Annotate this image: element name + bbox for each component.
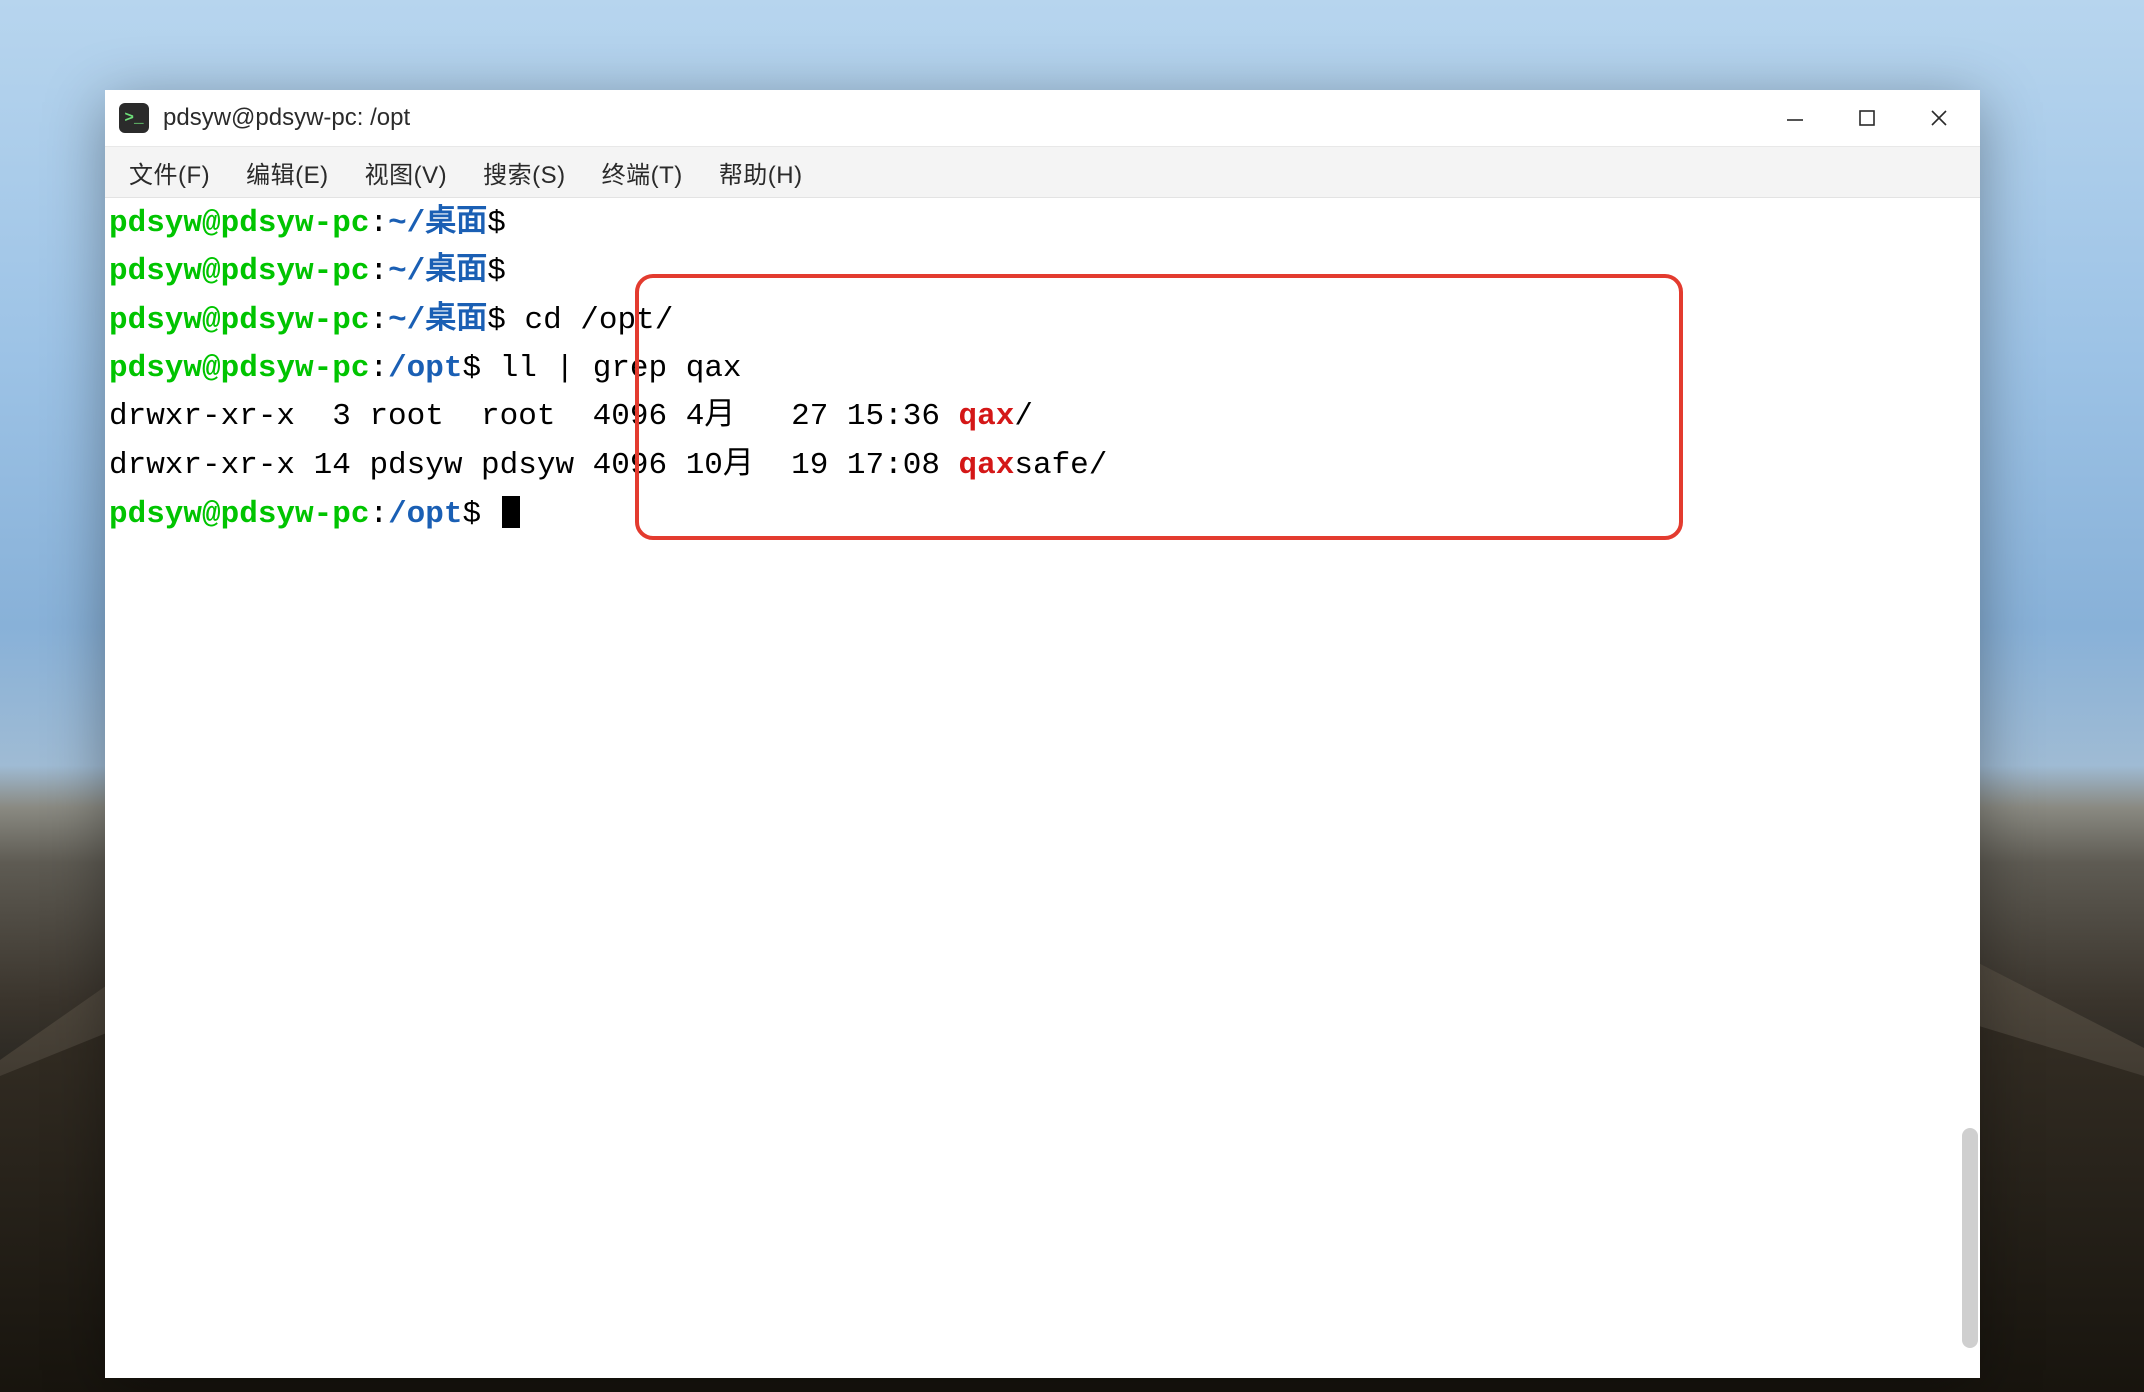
terminal-app-icon-glyph: >_ bbox=[124, 110, 143, 126]
menu-help[interactable]: 帮助(H) bbox=[701, 149, 821, 196]
menu-view[interactable]: 视图(V) bbox=[347, 149, 466, 196]
menubar: 文件(F) 编辑(E) 视图(V) 搜索(S) 终端(T) 帮助(H) bbox=[105, 147, 1980, 198]
prompt-sigil: $ bbox=[487, 254, 506, 289]
close-button[interactable] bbox=[1916, 95, 1962, 141]
prompt-path: ~/桌面 bbox=[388, 206, 487, 241]
command-ll-grep: ll | grep qax bbox=[481, 351, 741, 386]
terminal-app-icon: >_ bbox=[119, 103, 149, 133]
prompt-colon: : bbox=[369, 497, 388, 532]
prompt-colon: : bbox=[369, 254, 388, 289]
window-title: pdsyw@pdsyw-pc: /opt bbox=[163, 104, 1772, 132]
desktop-background: >_ pdsyw@pdsyw-pc: /opt 文件(F) 编辑(E) 视图(V… bbox=[0, 0, 2144, 1392]
command-cd: cd /opt/ bbox=[506, 303, 673, 338]
prompt-user-host: pdsyw@pdsyw-pc bbox=[109, 254, 369, 289]
prompt-user-host: pdsyw@pdsyw-pc bbox=[109, 303, 369, 338]
prompt-path: ~/桌面 bbox=[388, 254, 487, 289]
listing-row-tail: safe/ bbox=[1014, 448, 1107, 483]
prompt-user-host: pdsyw@pdsyw-pc bbox=[109, 206, 369, 241]
prompt-colon: : bbox=[369, 303, 388, 338]
window-controls bbox=[1772, 95, 1970, 141]
terminal-window: >_ pdsyw@pdsyw-pc: /opt 文件(F) 编辑(E) 视图(V… bbox=[105, 90, 1980, 1378]
minimize-icon bbox=[1785, 108, 1805, 128]
prompt-sigil: $ bbox=[487, 206, 506, 241]
prompt-colon: : bbox=[369, 351, 388, 386]
prompt-sigil: $ bbox=[462, 497, 481, 532]
grep-match: qax bbox=[959, 448, 1015, 483]
menu-edit[interactable]: 编辑(E) bbox=[228, 149, 347, 196]
menu-search[interactable]: 搜索(S) bbox=[465, 149, 584, 196]
minimize-button[interactable] bbox=[1772, 95, 1818, 141]
terminal-output[interactable]: pdsyw@pdsyw-pc:~/桌面$ pdsyw@pdsyw-pc:~/桌面… bbox=[105, 198, 1980, 1378]
prompt-user-host: pdsyw@pdsyw-pc bbox=[109, 497, 369, 532]
prompt-path: /opt bbox=[388, 351, 462, 386]
vertical-scrollbar[interactable] bbox=[1962, 1128, 1978, 1348]
prompt-sigil: $ bbox=[487, 303, 506, 338]
prompt-path: /opt bbox=[388, 497, 462, 532]
prompt-sigil: $ bbox=[462, 351, 481, 386]
prompt-path: ~/桌面 bbox=[388, 303, 487, 338]
listing-row-tail: / bbox=[1014, 399, 1033, 434]
menu-terminal[interactable]: 终端(T) bbox=[584, 149, 701, 196]
maximize-icon bbox=[1858, 109, 1876, 127]
cursor bbox=[502, 496, 520, 528]
maximize-button[interactable] bbox=[1844, 95, 1890, 141]
prompt-colon: : bbox=[369, 206, 388, 241]
listing-row: drwxr-xr-x 14 pdsyw pdsyw 4096 10月 19 17… bbox=[109, 448, 959, 483]
grep-match: qax bbox=[959, 399, 1015, 434]
titlebar[interactable]: >_ pdsyw@pdsyw-pc: /opt bbox=[105, 90, 1980, 147]
prompt-user-host: pdsyw@pdsyw-pc bbox=[109, 351, 369, 386]
menu-file[interactable]: 文件(F) bbox=[111, 149, 228, 196]
listing-row: drwxr-xr-x 3 root root 4096 4月 27 15:36 bbox=[109, 399, 959, 434]
close-icon bbox=[1929, 108, 1949, 128]
